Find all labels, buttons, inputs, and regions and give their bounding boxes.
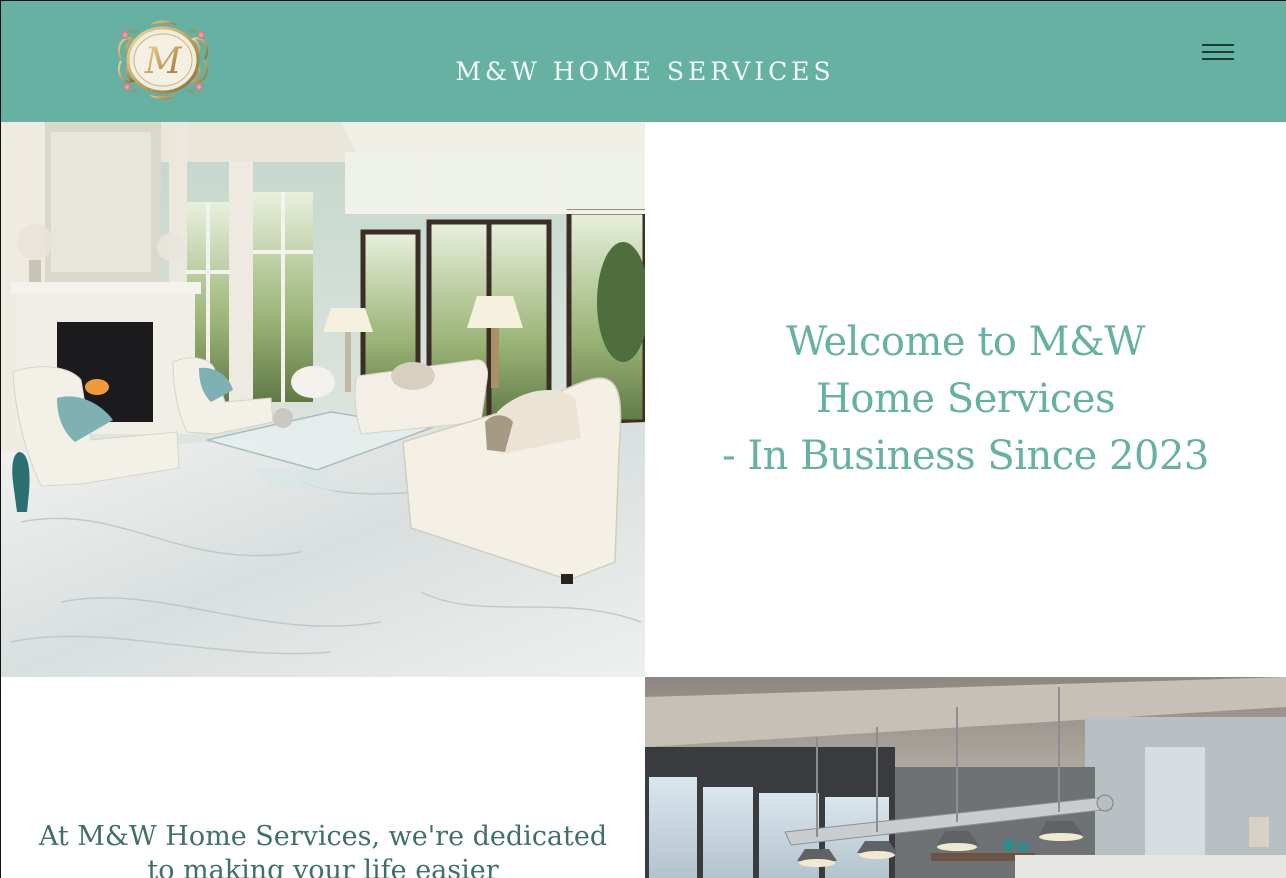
site-header: M M&W HOME SERVICES	[0, 0, 1286, 122]
menu-button[interactable]	[1196, 38, 1240, 68]
welcome-section: Welcome to M&W Home Services - In Busine…	[645, 122, 1286, 677]
welcome-heading-line: Home Services	[816, 376, 1115, 422]
page-frame-top	[0, 0, 1286, 1]
welcome-heading-line: Welcome to M&W	[786, 319, 1145, 365]
welcome-heading-line: - In Business Since 2023	[722, 433, 1209, 479]
kitchen-photo	[645, 677, 1286, 878]
site-title[interactable]: M&W HOME SERVICES	[0, 57, 1286, 86]
welcome-heading: Welcome to M&W Home Services - In Busine…	[706, 314, 1226, 485]
intro-section: At M&W Home Services, we're dedicated to…	[1, 677, 645, 878]
hamburger-menu-icon	[1202, 44, 1234, 46]
page-frame-left	[0, 0, 1, 878]
intro-text: At M&W Home Services, we're dedicated to…	[38, 821, 608, 878]
living-room-photo	[1, 122, 645, 677]
